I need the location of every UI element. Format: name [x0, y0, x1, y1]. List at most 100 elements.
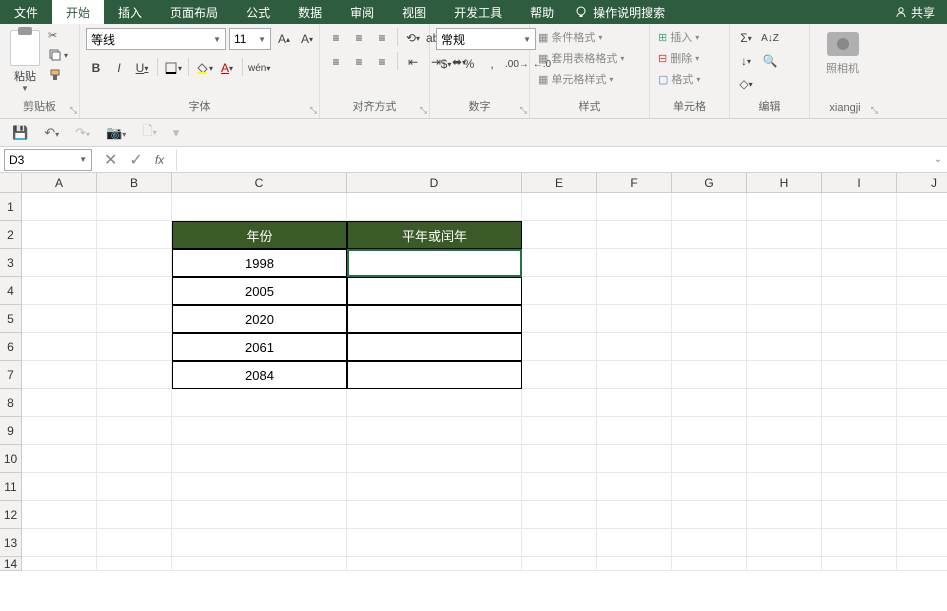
fill-color-button[interactable]: ▾ [194, 58, 214, 78]
align-bottom-button[interactable]: ≡ [372, 28, 392, 48]
cell-D6[interactable] [347, 333, 522, 361]
cell-E10[interactable] [522, 445, 597, 473]
row-header-8[interactable]: 8 [0, 389, 22, 417]
italic-button[interactable]: I [109, 58, 129, 78]
bold-button[interactable]: B [86, 58, 106, 78]
cell-D12[interactable] [347, 501, 522, 529]
active-cell[interactable] [347, 249, 522, 277]
formula-input[interactable] [176, 149, 929, 171]
cell-G11[interactable] [672, 473, 747, 501]
format-cells-button[interactable]: ▢格式▾ [656, 70, 702, 88]
cell-E3[interactable] [522, 249, 597, 277]
row-header-5[interactable]: 5 [0, 305, 22, 333]
cell-C8[interactable] [172, 389, 347, 417]
cell-C1[interactable] [172, 193, 347, 221]
tab-home[interactable]: 开始 [52, 0, 104, 24]
cell-H11[interactable] [747, 473, 822, 501]
border-button[interactable]: ▾ [163, 58, 183, 78]
cell-E7[interactable] [522, 361, 597, 389]
clear-button[interactable]: ◇▾ [736, 74, 756, 94]
cell-G1[interactable] [672, 193, 747, 221]
cell-A12[interactable] [22, 501, 97, 529]
clipboard-launcher[interactable]: ⤡ [70, 105, 77, 116]
cell-C2[interactable]: 年份 [172, 221, 347, 249]
cell-I3[interactable] [822, 249, 897, 277]
cell-H14[interactable] [747, 557, 822, 571]
cell-E4[interactable] [522, 277, 597, 305]
cell-E12[interactable] [522, 501, 597, 529]
qat-camera-button[interactable]: 📷▾ [102, 123, 130, 143]
align-top-button[interactable]: ≡ [326, 28, 346, 48]
decrease-indent-button[interactable]: ⇤ [403, 52, 423, 72]
increase-font-button[interactable]: A▴ [274, 29, 294, 49]
cell-G5[interactable] [672, 305, 747, 333]
cell-G12[interactable] [672, 501, 747, 529]
column-header-C[interactable]: C [172, 173, 347, 193]
row-header-9[interactable]: 9 [0, 417, 22, 445]
cell-D13[interactable] [347, 529, 522, 557]
tab-data[interactable]: 数据 [284, 0, 336, 24]
cell-F14[interactable] [597, 557, 672, 571]
cell-A9[interactable] [22, 417, 97, 445]
qat-extra-button[interactable]: 🗋▾ [138, 120, 160, 146]
cell-D14[interactable] [347, 557, 522, 571]
cell-G7[interactable] [672, 361, 747, 389]
font-size-combo[interactable]: 11▼ [229, 28, 271, 50]
cell-J2[interactable] [897, 221, 947, 249]
percent-button[interactable]: % [459, 54, 479, 74]
cell-J4[interactable] [897, 277, 947, 305]
cell-E13[interactable] [522, 529, 597, 557]
cell-H4[interactable] [747, 277, 822, 305]
cell-J9[interactable] [897, 417, 947, 445]
cell-A14[interactable] [22, 557, 97, 571]
select-all-corner[interactable] [0, 173, 22, 193]
cell-H1[interactable] [747, 193, 822, 221]
cell-A7[interactable] [22, 361, 97, 389]
cell-A2[interactable] [22, 221, 97, 249]
copy-button[interactable]: ▾ [46, 47, 70, 63]
cell-A8[interactable] [22, 389, 97, 417]
column-header-J[interactable]: J [897, 173, 947, 193]
align-left-button[interactable]: ≡ [326, 52, 346, 72]
cell-D7[interactable] [347, 361, 522, 389]
cell-G9[interactable] [672, 417, 747, 445]
column-header-G[interactable]: G [672, 173, 747, 193]
cell-I7[interactable] [822, 361, 897, 389]
cell-G14[interactable] [672, 557, 747, 571]
cell-H3[interactable] [747, 249, 822, 277]
row-header-7[interactable]: 7 [0, 361, 22, 389]
cell-C10[interactable] [172, 445, 347, 473]
cell-B13[interactable] [97, 529, 172, 557]
cut-button[interactable]: ✂ [46, 28, 70, 43]
share-button[interactable]: 共享 [895, 4, 935, 21]
row-header-14[interactable]: 14 [0, 557, 22, 571]
undo-button[interactable]: ↶▾ [40, 123, 63, 143]
cell-I14[interactable] [822, 557, 897, 571]
phonetic-button[interactable]: wén▾ [248, 58, 270, 78]
align-right-button[interactable]: ≡ [372, 52, 392, 72]
cell-C14[interactable] [172, 557, 347, 571]
cell-B14[interactable] [97, 557, 172, 571]
alignment-launcher[interactable]: ⤡ [420, 105, 427, 116]
column-header-I[interactable]: I [822, 173, 897, 193]
row-header-2[interactable]: 2 [0, 221, 22, 249]
camera-launcher[interactable]: ⤡ [871, 105, 878, 116]
cell-F5[interactable] [597, 305, 672, 333]
number-format-combo[interactable]: 常规▼ [436, 28, 536, 50]
cell-C4[interactable]: 2005 [172, 277, 347, 305]
enter-formula-button[interactable]: ✓ [129, 150, 142, 170]
cell-F7[interactable] [597, 361, 672, 389]
cell-F2[interactable] [597, 221, 672, 249]
cell-J1[interactable] [897, 193, 947, 221]
column-header-E[interactable]: E [522, 173, 597, 193]
cell-I6[interactable] [822, 333, 897, 361]
cell-A4[interactable] [22, 277, 97, 305]
cell-J10[interactable] [897, 445, 947, 473]
spreadsheet-grid[interactable]: ABCDEFGHIJ 1234567891011121314 年份平年或闰年19… [0, 173, 947, 611]
cell-D1[interactable] [347, 193, 522, 221]
tab-help[interactable]: 帮助 [516, 0, 568, 24]
cell-A5[interactable] [22, 305, 97, 333]
cell-styles-button[interactable]: ▦单元格样式▾ [536, 70, 626, 88]
cell-I12[interactable] [822, 501, 897, 529]
cell-F8[interactable] [597, 389, 672, 417]
